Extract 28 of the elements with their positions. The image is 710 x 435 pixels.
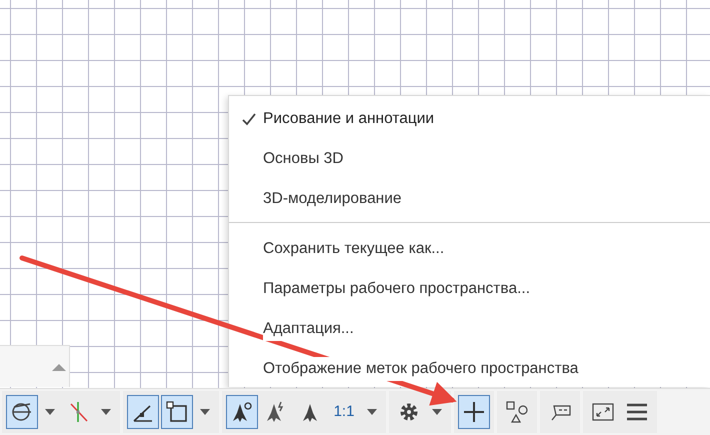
caret-icon[interactable] bbox=[367, 409, 377, 415]
menu-item[interactable]: Рисование и аннотации bbox=[229, 99, 710, 139]
rectangle-button[interactable] bbox=[161, 395, 193, 429]
fullscreen-icon bbox=[592, 401, 614, 423]
scale-button[interactable]: 1:1 bbox=[328, 395, 360, 429]
caret-icon[interactable] bbox=[101, 409, 111, 415]
annotation-scale-icon bbox=[231, 401, 253, 423]
menu-item[interactable]: 3D-моделирование bbox=[229, 179, 710, 219]
caret-icon[interactable] bbox=[45, 409, 55, 415]
rectangle-icon bbox=[166, 401, 188, 423]
menu-item[interactable]: Основы 3D bbox=[229, 139, 710, 179]
polar-tracking-button[interactable] bbox=[6, 395, 38, 429]
annotation-scale-button[interactable] bbox=[226, 395, 258, 429]
menu-item[interactable]: Отображение меток рабочего пространства bbox=[229, 349, 710, 389]
gear-icon bbox=[398, 401, 420, 423]
shapes-icon bbox=[506, 401, 528, 423]
menu-item[interactable]: Адаптация... bbox=[229, 309, 710, 349]
polar-tracking-icon bbox=[11, 401, 33, 423]
up-arrow-icon[interactable] bbox=[52, 363, 66, 371]
menu-item[interactable]: Параметры рабочего пространства... bbox=[229, 269, 710, 309]
caret-icon[interactable] bbox=[432, 409, 442, 415]
crosshair-button[interactable] bbox=[458, 395, 490, 429]
menu-item[interactable]: Сохранить текущее как... bbox=[229, 229, 710, 269]
crosshair-icon bbox=[463, 401, 485, 423]
menu-icon bbox=[626, 401, 648, 423]
check-icon bbox=[241, 112, 257, 126]
angle-button[interactable] bbox=[127, 395, 159, 429]
caret-icon[interactable] bbox=[200, 409, 210, 415]
